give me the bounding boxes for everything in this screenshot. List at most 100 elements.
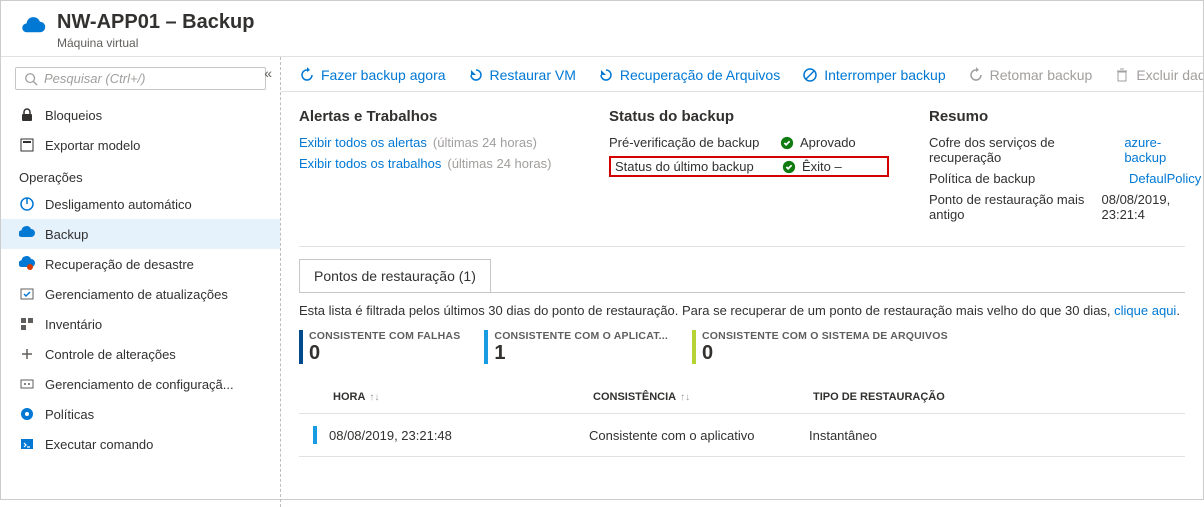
config-icon [19,376,35,392]
consistency-count: 1 [494,342,668,365]
cell-consistency: Consistente com o aplicativo [589,428,809,443]
accent-bar [484,330,488,364]
cell-time: 08/08/2019, 23:21:48 [329,428,589,443]
consistency-summary: CONSISTENTE COM FALHAS 0 CONSISTENTE COM… [299,330,1185,365]
nav-label: Recuperação de desastre [45,257,194,272]
oldest-value: 08/08/2019, 23:21:4 [1102,192,1202,222]
cell-type: Instantâneo [809,428,1171,443]
filter-link[interactable]: clique aqui [1114,303,1176,318]
nav-label: Bloqueios [45,108,102,123]
lock-icon [19,107,35,123]
consistency-card: CONSISTENTE COM FALHAS 0 [299,330,460,365]
col-consistency: CONSISTÊNCIA↑↓ [593,391,813,403]
vault-link[interactable]: azure-backup [1124,135,1201,165]
nav-label: Políticas [45,407,94,422]
nav-label: Executar comando [45,437,153,452]
page-title: NW-APP01 – Backup [57,11,254,34]
power-icon [19,196,35,212]
restore-table-header: HORA↑↓ CONSISTÊNCIA↑↓ TIPO DE RESTAURAÇÃ… [299,381,1185,414]
filter-note: Esta lista é filtrada pelos últimos 30 d… [299,303,1185,318]
search-icon [24,72,38,86]
consistency-label: CONSISTENTE COM O SISTEMA DE ARQUIVOS [702,330,948,342]
disaster-icon [19,256,35,272]
file-recovery-icon [598,67,614,83]
oldest-label: Ponto de restauração mais antigo [929,192,1102,222]
nav-label: Inventário [45,317,102,332]
consistency-label: CONSISTENTE COM FALHAS [309,330,460,342]
sidebar-item-controle[interactable]: Controle de alterações [1,339,280,369]
precheck-value: Aprovado [800,135,856,150]
policy-link[interactable]: DefaulPolicy [1129,171,1201,186]
sidebar-item-config[interactable]: Gerenciamento de configuraçã... [1,369,280,399]
change-tracking-icon [19,346,35,362]
search-input[interactable]: Pesquisar (Ctrl+/) [15,67,266,90]
last-backup-label: Status do último backup [615,159,776,174]
sort-icon[interactable]: ↑↓ [369,392,379,403]
stop-icon [802,67,818,83]
sidebar: « Pesquisar (Ctrl+/) Bloqueios Exportar … [1,57,281,507]
sidebar-section-operacoes: Operações [1,160,280,189]
main-content: Fazer backup agora Restaurar VM Recupera… [281,57,1203,507]
row-accent [313,426,317,444]
file-recovery-button[interactable]: Recuperação de Arquivos [598,67,780,83]
consistency-card: CONSISTENTE COM O APLICAT... 1 [484,330,668,365]
view-jobs-link[interactable]: Exibir todos os trabalhos [299,156,441,171]
jobs-suffix: (últimas 24 horas) [447,156,551,171]
alerts-panel: Alertas e Trabalhos Exibir todos os aler… [299,108,569,228]
policy-icon [19,406,35,422]
search-placeholder: Pesquisar (Ctrl+/) [44,71,146,86]
nav-label: Exportar modelo [45,138,140,153]
nav-label: Desligamento automático [45,197,192,212]
nav-label: Gerenciamento de atualizações [45,287,228,302]
success-icon [782,160,796,174]
consistency-count: 0 [309,342,460,365]
vm-cloud-icon [19,13,47,41]
consistency-card: CONSISTENTE COM O SISTEMA DE ARQUIVOS 0 [692,330,948,365]
sidebar-item-backup[interactable]: Backup [1,219,280,249]
delete-backup-button: Excluir dados de backup [1114,67,1203,83]
alerts-suffix: (últimas 24 horas) [433,135,537,150]
view-alerts-link[interactable]: Exibir todos os alertas [299,135,427,150]
backup-now-button[interactable]: Fazer backup agora [299,67,446,83]
updates-icon [19,286,35,302]
accent-bar [692,330,696,364]
restore-points-tabs: Pontos de restauração (1) [299,259,1185,293]
inventory-icon [19,316,35,332]
summary-title: Resumo [929,108,1201,125]
policy-label: Política de backup [929,171,1129,186]
sidebar-item-exportar[interactable]: Exportar modelo [1,130,280,160]
consistency-label: CONSISTENTE COM O APLICAT... [494,330,668,342]
backup-now-icon [299,67,315,83]
nav-label: Controle de alterações [45,347,176,362]
sidebar-item-inventario[interactable]: Inventário [1,309,280,339]
collapse-icon[interactable]: « [264,65,272,81]
accent-bar [299,330,303,364]
success-icon [780,136,794,150]
sidebar-item-updates[interactable]: Gerenciamento de atualizações [1,279,280,309]
sidebar-item-bloqueios[interactable]: Bloqueios [1,100,280,130]
page-header: NW-APP01 – Backup Máquina virtual [1,1,1203,57]
sidebar-item-executar[interactable]: Executar comando [1,429,280,459]
last-backup-highlight: Status do último backup Êxito – [609,156,889,177]
alerts-title: Alertas e Trabalhos [299,108,569,125]
sort-icon[interactable]: ↑↓ [680,392,690,403]
sidebar-item-recuperacao[interactable]: Recuperação de desastre [1,249,280,279]
col-type: TIPO DE RESTAURAÇÃO [813,391,1171,403]
vault-label: Cofre dos serviços de recuperação [929,135,1124,165]
stop-backup-button[interactable]: Interromper backup [802,67,945,83]
precheck-label: Pré-verificação de backup [609,135,774,150]
status-title: Status do backup [609,108,889,125]
delete-icon [1114,67,1130,83]
sidebar-item-politicas[interactable]: Políticas [1,399,280,429]
template-icon [19,137,35,153]
nav-label: Backup [45,227,88,242]
last-backup-value: Êxito – [802,159,842,174]
consistency-count: 0 [702,342,948,365]
resume-backup-button: Retomar backup [968,67,1093,83]
summary-panel: Resumo Cofre dos serviços de recuperação… [929,108,1201,228]
restore-vm-button[interactable]: Restaurar VM [468,67,576,83]
nav-label: Gerenciamento de configuraçã... [45,377,234,392]
sidebar-item-desligamento[interactable]: Desligamento automático [1,189,280,219]
tab-restore-points[interactable]: Pontos de restauração (1) [299,259,491,292]
table-row[interactable]: 08/08/2019, 23:21:48 Consistente com o a… [299,414,1185,457]
